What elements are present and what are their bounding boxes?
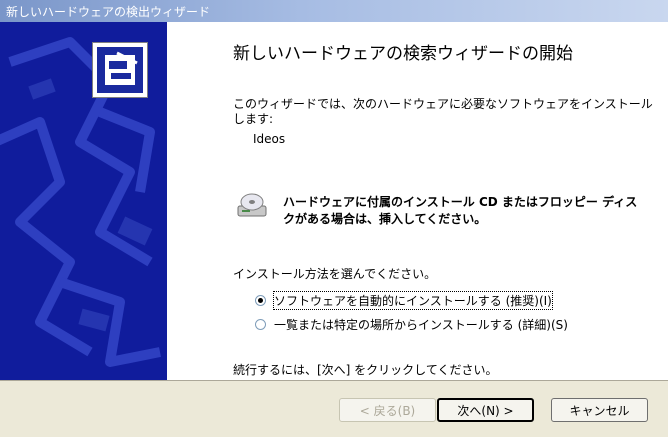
intro-text: このウィザードでは、次のハードウェアに必要なソフトウェアをインストールします:	[233, 97, 653, 126]
button-bar: < 戻る(B) 次へ(N) > キャンセル	[0, 380, 668, 437]
cd-notice: ハードウェアに付属のインストール CD またはフロッピー ディスクがある場合は、…	[283, 195, 638, 226]
auto-install-option[interactable]: ソフトウェアを自動的にインストールする (推奨)(I)	[255, 290, 553, 310]
cd-drive-icon	[235, 186, 269, 220]
auto-install-label[interactable]: ソフトウェアを自動的にインストールする (推奨)(I)	[273, 290, 553, 310]
advanced-install-radio[interactable]	[255, 318, 266, 330]
cancel-button[interactable]: キャンセル	[551, 398, 648, 422]
title-bar[interactable]: 新しいハードウェアの検出ウィザード	[0, 0, 668, 22]
window-title: 新しいハードウェアの検出ウィザード	[6, 5, 211, 19]
continue-instruction: 続行するには、[次へ] をクリックしてください。	[233, 363, 498, 377]
back-button[interactable]: < 戻る(B)	[339, 398, 436, 422]
wizard-window: 新しいハードウェアの検出ウィザード 新しいハードウェアの検索ウィザードの開始 こ…	[0, 0, 668, 437]
device-name: Ideos	[253, 132, 286, 146]
auto-install-radio[interactable]	[255, 294, 266, 306]
advanced-install-label[interactable]: 一覧または特定の場所からインストールする (詳細)(S)	[274, 316, 568, 333]
wizard-content: 新しいハードウェアの検索ウィザードの開始 このウィザードでは、次のハードウェアに…	[167, 22, 668, 380]
install-method-label: インストール方法を選んでください。	[233, 267, 437, 281]
hardware-wizard-icon	[92, 42, 148, 98]
page-title: 新しいハードウェアの検索ウィザードの開始	[233, 44, 573, 64]
side-panel	[0, 22, 167, 380]
advanced-install-option[interactable]: 一覧または特定の場所からインストールする (詳細)(S)	[255, 315, 568, 333]
next-button[interactable]: 次へ(N) >	[437, 398, 534, 422]
